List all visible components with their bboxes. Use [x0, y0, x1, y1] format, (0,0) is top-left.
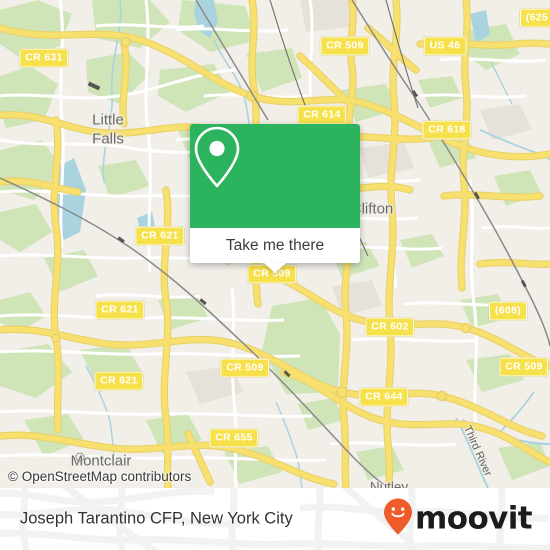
road-shield: CR 509: [499, 357, 549, 377]
road-shield: CR 655: [209, 428, 259, 448]
road-shield: CR 509: [320, 36, 370, 56]
page-footer: Joseph Tarantino CFP, New York City moov…: [0, 488, 550, 550]
card-cta-label: Take me there: [225, 236, 325, 254]
map-attribution[interactable]: © OpenStreetMap contributors: [8, 469, 191, 484]
card-pointer-tail: [264, 263, 286, 273]
moovit-wordmark: moovit: [415, 500, 533, 537]
road-shield: CR 509: [220, 358, 270, 378]
page-title: Joseph Tarantino CFP, New York City: [20, 509, 293, 528]
road-shield: CR 621: [95, 300, 145, 320]
moovit-logo[interactable]: moovit: [383, 498, 533, 541]
road-shield: CR 618: [422, 120, 472, 140]
place-label-nutley: Nutley: [369, 479, 409, 489]
place-popup-card[interactable]: Take me there: [190, 124, 360, 263]
road-shield: CR 631: [19, 48, 69, 68]
road-shield: CR 614: [297, 105, 347, 125]
road-shield: CR 621: [94, 371, 144, 391]
road-shield: CR 644: [359, 387, 409, 407]
map-canvas[interactable]: CR 631 CR 509 US 46 (625 CR 614 CR 618 C…: [0, 0, 550, 488]
place-marker-montclair: [75, 452, 85, 462]
moovit-smiling-pin-icon: [383, 498, 413, 541]
road-shield: (608): [488, 301, 528, 321]
card-cta-button[interactable]: Take me there: [190, 228, 360, 263]
road-shield: CR 621: [135, 226, 185, 246]
road-shield: (625: [519, 8, 550, 28]
card-image-area: [190, 124, 360, 228]
road-shield: CR 602: [365, 317, 415, 337]
place-label-little-falls: Little: [92, 111, 124, 129]
road-shield: US 46: [423, 36, 467, 56]
moovit-map-page: CR 631 CR 509 US 46 (625 CR 614 CR 618 C…: [0, 0, 550, 550]
place-label-little-falls-2: Falls: [92, 130, 124, 148]
